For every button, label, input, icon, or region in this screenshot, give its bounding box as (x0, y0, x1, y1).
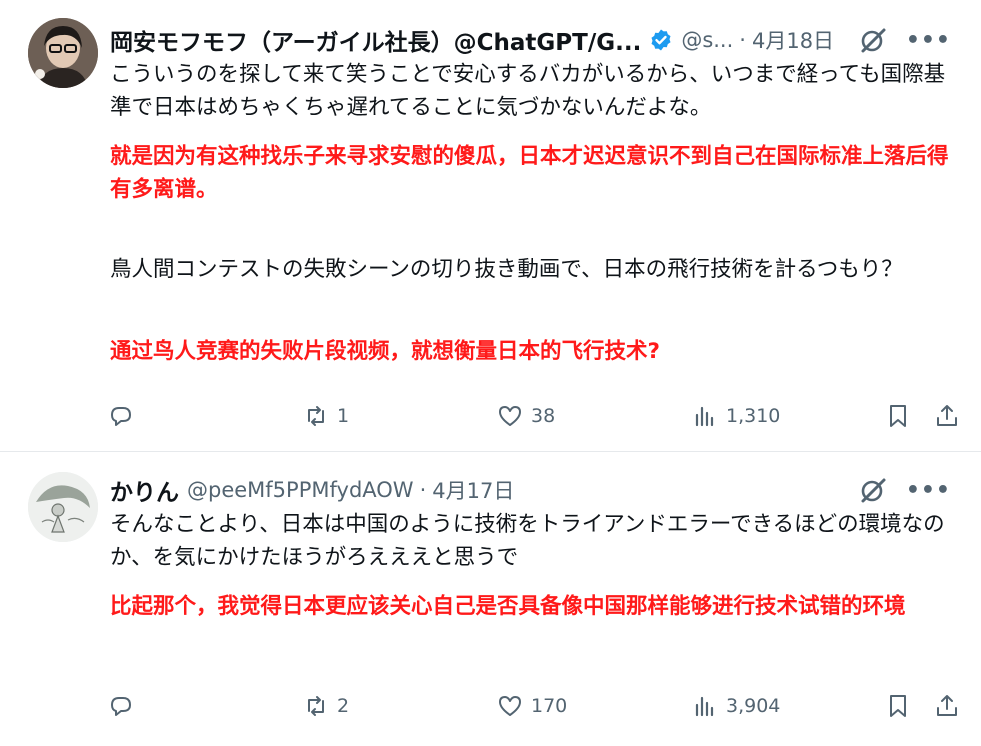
display-name[interactable]: かりん (110, 473, 179, 507)
views-button[interactable]: 1,310 (692, 398, 780, 434)
reply-icon (111, 407, 131, 426)
view-count: 1,310 (726, 405, 781, 427)
share-icon (937, 695, 957, 716)
reply-button[interactable] (108, 688, 134, 724)
view-count: 3,904 (726, 695, 781, 717)
share-icon (937, 405, 957, 426)
tweet-text-translation: 比起那个，我觉得日本更应该关心自己是否具备像中国那样能够进行技术试错的环境 (110, 594, 906, 619)
like-button[interactable]: 38 (497, 398, 555, 434)
tweet-text-translation: 就是因为有这种找乐子来寻求安慰的傻瓜，日本才迟迟意识不到自己在国际标准上落后得有… (110, 144, 949, 202)
views-button[interactable]: 3,904 (692, 688, 780, 724)
verified-badge-icon (651, 29, 671, 51)
repost-count: 1 (337, 405, 350, 427)
avatar[interactable] (28, 18, 98, 88)
bookmark-icon (890, 405, 906, 427)
bookmark-button[interactable] (885, 398, 911, 434)
user-handle[interactable]: @peeMf5PPMfydAOW (187, 478, 414, 502)
bookmark-button[interactable] (885, 688, 911, 724)
tweet-text-japanese: こういうのを探して来て笑うことで安心するバカがいるから、いつまで経っても国際基準… (110, 62, 946, 120)
tweet-text-translation: 通过鸟人竞赛的失败片段视频，就想衡量日本的飞行技术? (110, 339, 660, 364)
more-options-icon[interactable]: ••• (906, 478, 951, 503)
repost-count: 2 (337, 695, 350, 717)
avatar[interactable] (28, 472, 98, 542)
grok-icon[interactable] (858, 25, 888, 55)
views-icon (695, 406, 714, 427)
heart-icon (499, 696, 521, 716)
separator-dot: · (419, 478, 427, 502)
timestamp[interactable]: 4月17日 (432, 475, 514, 505)
repost-button[interactable]: 2 (303, 688, 349, 724)
more-options-icon[interactable]: ••• (906, 28, 951, 53)
grok-icon[interactable] (858, 475, 888, 505)
tweet-text-japanese: 鳥人間コンテストの失敗シーンの切り抜き動画で、日本の飛行技術を計るつもり？ (110, 257, 903, 282)
like-count: 170 (531, 695, 568, 717)
action-bar: 1 38 1,310 (108, 398, 961, 434)
bookmark-icon (890, 695, 906, 717)
like-button[interactable]: 170 (497, 688, 567, 724)
timestamp[interactable]: 4月18日 (752, 25, 834, 55)
action-bar: 2 170 3,904 (108, 688, 961, 724)
tweet[interactable]: かりん @peeMf5PPMfydAOW · 4月17日 ••• そんなことより… (0, 452, 981, 746)
repost-icon (308, 406, 324, 426)
share-button[interactable] (934, 398, 960, 434)
display-name[interactable]: 岡安モフモフ（アーガイル社長）@ChatGPT/G... (110, 23, 641, 57)
reply-button[interactable] (108, 398, 134, 434)
repost-button[interactable]: 1 (303, 398, 349, 434)
reply-icon (111, 697, 131, 716)
tweet[interactable]: 岡安モフモフ（アーガイル社長）@ChatGPT/G... @s... · 4月1… (0, 0, 981, 452)
separator-dot: · (739, 28, 746, 52)
repost-icon (308, 696, 324, 716)
user-handle[interactable]: @s... (681, 28, 733, 52)
tweet-text-japanese: そんなことより、日本は中国のように技術をトライアンドエラーできるほどの環境なのか… (110, 512, 945, 570)
heart-icon (499, 406, 521, 426)
tweet-header: かりん @peeMf5PPMfydAOW · 4月17日 ••• (110, 472, 951, 508)
like-count: 38 (531, 405, 556, 427)
tweet-header: 岡安モフモフ（アーガイル社長）@ChatGPT/G... @s... · 4月1… (110, 22, 951, 58)
share-button[interactable] (934, 688, 960, 724)
views-icon (695, 696, 714, 717)
